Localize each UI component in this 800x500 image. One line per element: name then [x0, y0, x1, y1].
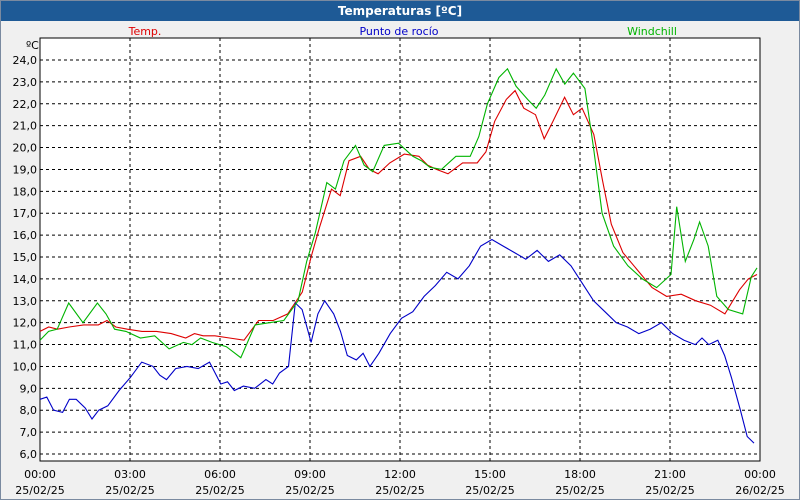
x-tick-date: 25/02/25 [465, 484, 514, 497]
y-tick-label: 23,0 [13, 76, 38, 89]
x-tick-date: 25/02/25 [555, 484, 604, 497]
x-axis-ticks: 00:00 25/02/25 03:00 25/02/25 06:00 25/02/25 0… [15, 468, 784, 497]
y-tick-label: 14,0 [13, 273, 38, 286]
legend-windchill: Windchill [627, 25, 677, 38]
y-tick-label: 6,0 [20, 448, 38, 461]
y-tick-label: 18,0 [13, 185, 38, 198]
x-tick-time: 03:00 [114, 468, 146, 481]
y-axis-ticks: 6,0 7,0 8,0 9,0 10,0 11,0 12,0 13,0 14,0 15,0 16,0… [13, 54, 38, 461]
x-tick-date: 25/02/25 [285, 484, 334, 497]
y-tick-label: 17,0 [13, 207, 38, 220]
x-tick-date: 26/02/25 [735, 484, 784, 497]
legend-temp: Temp. [128, 25, 162, 38]
y-tick-label: 11,0 [13, 339, 38, 352]
y-tick-label: 9,0 [20, 382, 38, 395]
y-tick-label: 21,0 [13, 120, 38, 133]
y-tick-label: 19,0 [13, 163, 38, 176]
y-tick-label: 16,0 [13, 229, 38, 242]
x-tick-time: 12:00 [384, 468, 416, 481]
x-tick-date: 25/02/25 [195, 484, 244, 497]
x-tick-date: 25/02/25 [105, 484, 154, 497]
y-tick-label: 22,0 [13, 98, 38, 111]
y-tick-label: 10,0 [13, 360, 38, 373]
x-tick-time: 18:00 [564, 468, 596, 481]
x-tick-time: 00:00 [744, 468, 776, 481]
x-tick-date: 25/02/25 [15, 484, 64, 497]
y-axis-label: ºC [26, 39, 39, 52]
x-tick-time: 00:00 [24, 468, 56, 481]
y-tick-label: 7,0 [20, 426, 38, 439]
temperature-chart: 6,0 7,0 8,0 9,0 10,0 11,0 12,0 13,0 14,0 15,0 16,0… [13, 25, 785, 497]
x-tick-time: 15:00 [474, 468, 506, 481]
y-tick-label: 8,0 [20, 404, 38, 417]
y-tick-label: 20,0 [13, 142, 38, 155]
y-tick-label: 24,0 [13, 54, 38, 67]
y-tick-label: 12,0 [13, 317, 38, 330]
x-tick-time: 09:00 [294, 468, 326, 481]
x-tick-date: 25/02/25 [645, 484, 694, 497]
x-tick-time: 21:00 [654, 468, 686, 481]
x-tick-time: 06:00 [204, 468, 236, 481]
legend-dew-point: Punto de rocío [359, 25, 438, 38]
y-tick-label: 15,0 [13, 251, 38, 264]
y-tick-label: 13,0 [13, 295, 38, 308]
x-tick-date: 25/02/25 [375, 484, 424, 497]
